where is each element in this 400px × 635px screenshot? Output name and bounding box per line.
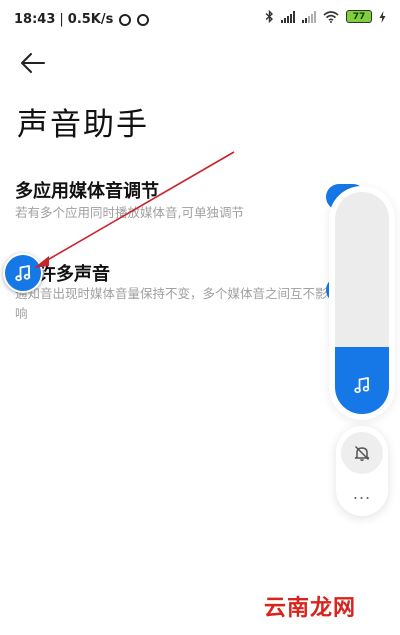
volume-slider[interactable]: [335, 192, 389, 414]
status-bar: 18:43 | 0.5K/s 77: [0, 0, 400, 40]
signal-icon: [281, 10, 295, 23]
setting-multi-app-media-title[interactable]: 多应用媒体音调节: [15, 177, 159, 203]
status-right: 77: [265, 10, 386, 23]
setting-multiple-sounds-title[interactable]: 许多声音: [38, 260, 110, 286]
music-note-icon: [354, 377, 370, 394]
status-separator: |: [59, 12, 64, 27]
floating-music-button[interactable]: [3, 253, 43, 293]
setting-multi-app-media-description: 若有多个应用同时播放媒体音,可单独调节: [15, 205, 244, 220]
watermark-logo: 云南龙网: [264, 596, 357, 621]
bell-muted-icon: [354, 445, 370, 461]
ringer-mute-button[interactable]: [341, 432, 383, 474]
app-icon: [137, 13, 150, 26]
status-time: 18:43: [14, 12, 56, 27]
more-options-button[interactable]: ...: [336, 486, 388, 502]
charging-icon: [379, 10, 386, 23]
bluetooth-icon: [265, 10, 274, 23]
network-speed: 0.5K/s: [67, 12, 114, 27]
signal-icon: [302, 10, 316, 23]
back-arrow-icon[interactable]: [18, 50, 48, 76]
page-title: 声音助手: [17, 107, 149, 143]
ringer-panel: ...: [336, 426, 388, 516]
status-left: 18:43 | 0.5K/s: [14, 12, 150, 27]
wifi-icon: [323, 10, 339, 23]
setting-multiple-sounds-description: 通知音出现时媒体音量保持不变，多个媒体音之间互不影响: [15, 286, 328, 321]
battery-icon: 77: [346, 10, 372, 23]
music-note-icon: [15, 265, 31, 282]
app-icon: [119, 13, 132, 26]
